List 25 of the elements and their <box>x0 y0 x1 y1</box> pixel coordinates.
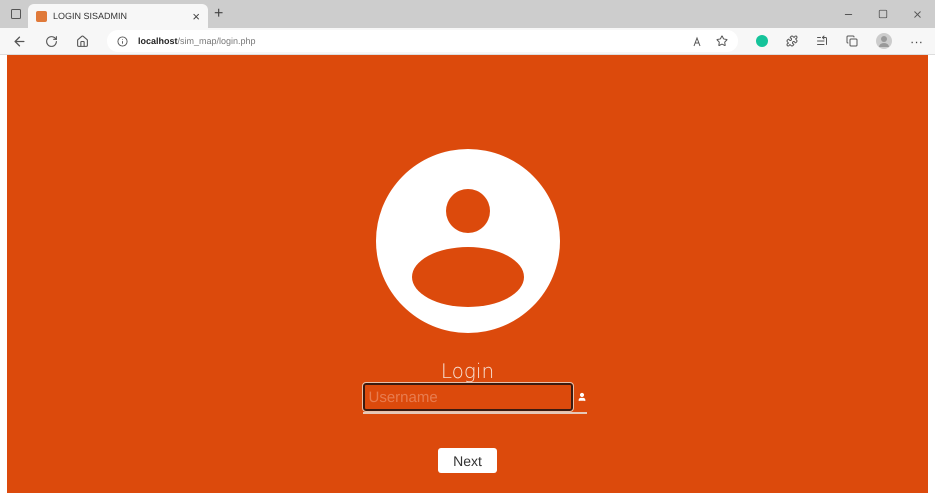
avatar-icon <box>376 149 560 333</box>
next-button[interactable]: Next <box>438 448 497 473</box>
new-tab-button[interactable]: + <box>214 6 224 22</box>
home-icon[interactable] <box>76 34 89 48</box>
address-field[interactable]: localhost/sim_map/login.php <box>107 30 738 52</box>
url-text: localhost/sim_map/login.php <box>138 36 256 46</box>
close-tab-button[interactable]: × <box>192 10 200 22</box>
favorites-list-icon[interactable] <box>816 35 828 47</box>
tab-title: LOGIN SISADMIN <box>53 11 128 21</box>
back-icon[interactable] <box>12 34 27 48</box>
username-field[interactable]: Username <box>362 383 572 411</box>
info-icon[interactable] <box>117 36 128 46</box>
login-title: Login <box>440 359 494 383</box>
profile-icon[interactable] <box>876 33 892 49</box>
favicon-icon <box>36 10 47 22</box>
maximize-icon[interactable] <box>878 9 888 20</box>
favorite-icon[interactable] <box>716 35 728 47</box>
more-button[interactable]: ··· <box>910 34 923 48</box>
close-icon[interactable] <box>912 9 923 20</box>
user-icon <box>576 392 586 402</box>
browser-tab[interactable]: LOGIN SISADMIN × <box>28 4 208 28</box>
tab-actions-icon[interactable] <box>10 8 22 20</box>
puzzle-icon[interactable] <box>786 35 798 47</box>
collections-icon[interactable] <box>846 35 858 47</box>
reload-icon[interactable] <box>45 34 58 48</box>
